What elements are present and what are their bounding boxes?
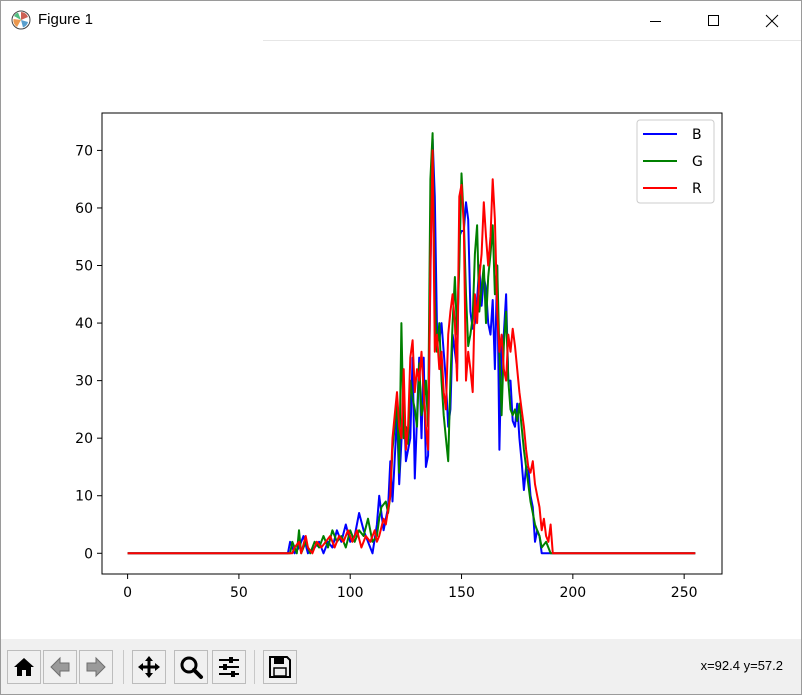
x-tick-label: 0	[123, 585, 132, 601]
figure-window: Figure 1 0 50 100 150 200 250 0 10 20 30 40 50 60 70…	[0, 0, 802, 695]
back-button[interactable]	[43, 650, 77, 684]
close-icon	[765, 14, 779, 28]
y-tick-label: 30	[75, 374, 93, 390]
maximize-icon	[708, 15, 719, 26]
forward-button[interactable]	[79, 650, 113, 684]
minimize-icon	[650, 21, 661, 22]
navigation-toolbar: x=92.4 y=57.2	[1, 639, 801, 694]
save-button[interactable]	[263, 650, 297, 684]
x-tick-label: 100	[337, 585, 364, 601]
y-tick-label: 20	[75, 431, 93, 447]
title-bar[interactable]: Figure 1	[1, 1, 801, 40]
home-icon	[14, 658, 34, 676]
arrow-right-icon	[86, 656, 106, 678]
legend-label-G: G	[692, 154, 703, 170]
x-tick-label: 150	[448, 585, 475, 601]
y-tick-label: 40	[75, 316, 93, 332]
line-chart[interactable]: 0 50 100 150 200 250 0 10 20 30 40 50 60 70 BGR	[1, 41, 801, 638]
x-tick-label: 200	[559, 585, 586, 601]
x-tick-label: 50	[230, 585, 248, 601]
matplotlib-logo-icon	[11, 10, 31, 30]
y-axis: 0 10 20 30 40 50 60 70	[75, 143, 102, 562]
floppy-disk-icon	[269, 656, 291, 678]
sliders-icon	[219, 657, 239, 677]
toolbar-separator	[123, 650, 124, 684]
window-title: Figure 1	[38, 11, 94, 28]
y-tick-label: 0	[84, 546, 93, 562]
home-button[interactable]	[7, 650, 41, 684]
x-tick-label: 250	[671, 585, 698, 601]
toolbar-separator	[254, 650, 255, 684]
y-tick-label: 10	[75, 489, 93, 505]
cursor-coordinates: x=92.4 y=57.2	[700, 658, 783, 673]
arrow-left-icon	[50, 656, 70, 678]
zoom-button[interactable]	[174, 650, 208, 684]
legend: BGR	[636, 119, 715, 204]
series-line-R	[127, 149, 696, 555]
y-tick-label: 60	[75, 201, 93, 217]
close-button[interactable]	[743, 1, 801, 40]
maximize-button[interactable]	[685, 1, 743, 40]
y-tick-label: 50	[75, 259, 93, 275]
minimize-button[interactable]	[627, 1, 685, 40]
legend-label-B: B	[692, 127, 702, 143]
configure-subplots-button[interactable]	[212, 650, 246, 684]
move-icon	[138, 656, 160, 678]
series-lines	[127, 132, 696, 555]
legend-label-R: R	[692, 181, 702, 197]
magnifier-icon	[180, 656, 203, 679]
figure-canvas[interactable]: 0 50 100 150 200 250 0 10 20 30 40 50 60 70 BGR	[1, 41, 801, 638]
y-tick-label: 70	[75, 143, 93, 159]
pan-button[interactable]	[132, 650, 166, 684]
x-axis: 0 50 100 150 200 250	[123, 574, 698, 601]
